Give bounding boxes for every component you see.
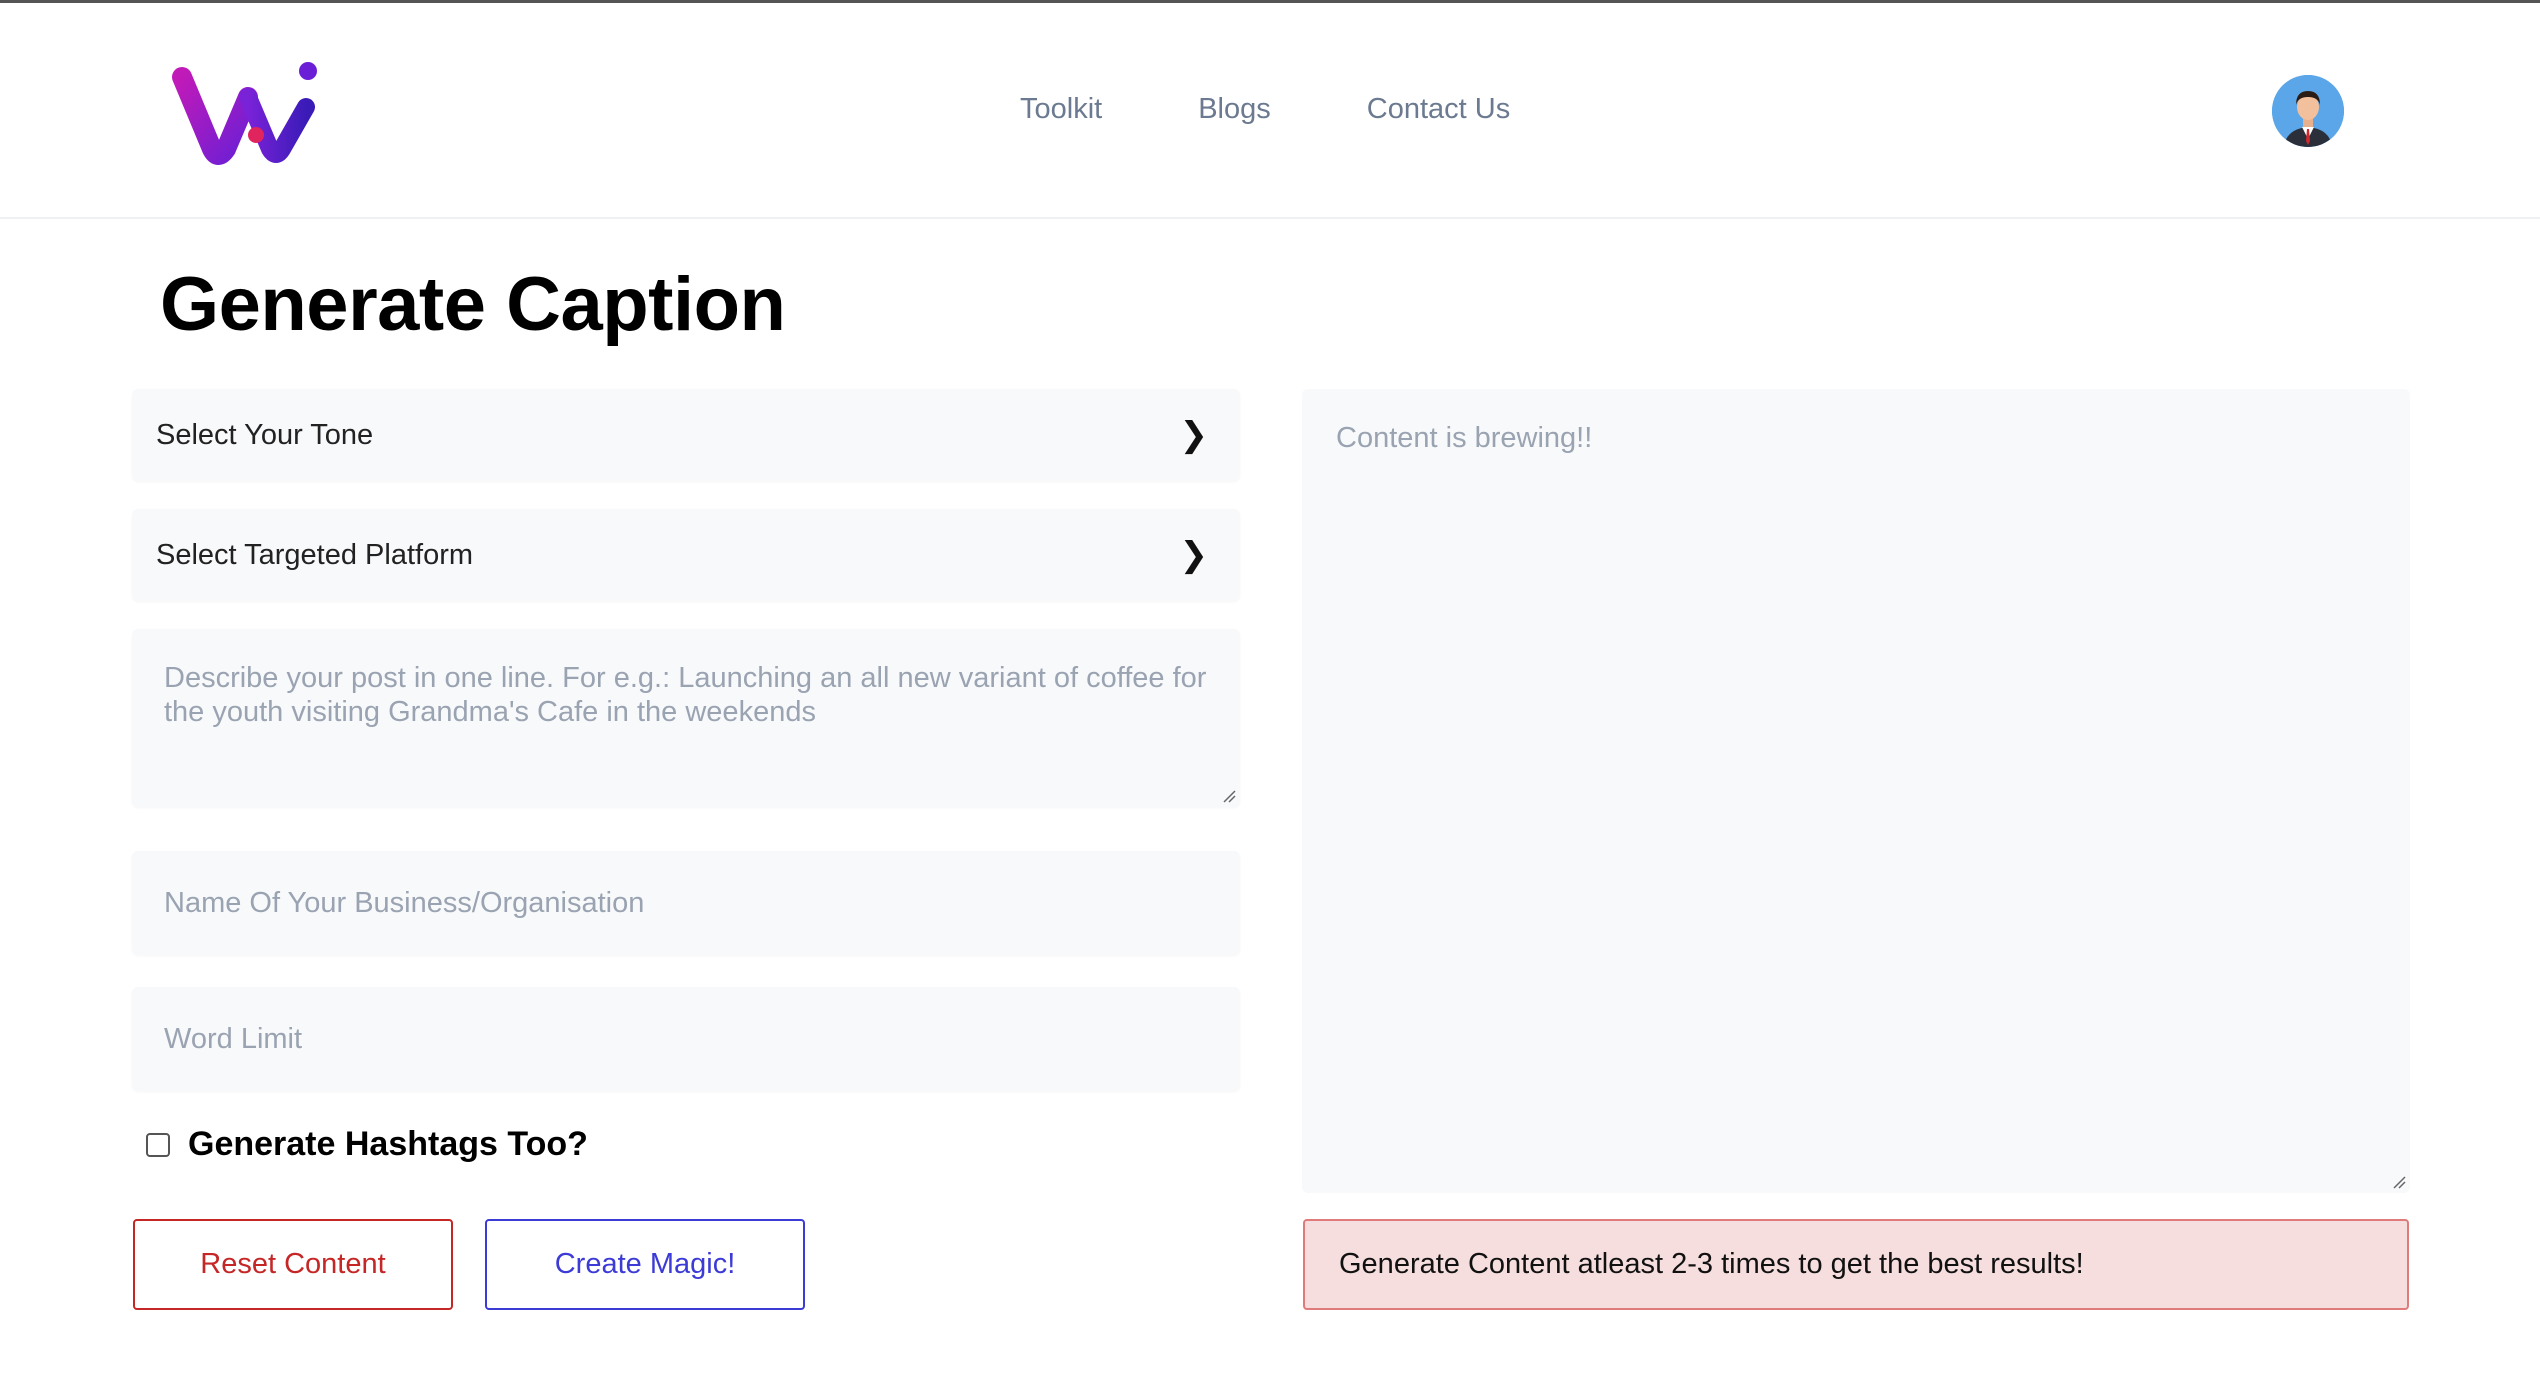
nav-link-contact-us[interactable]: Contact Us: [1367, 93, 1510, 126]
reset-content-button[interactable]: Reset Content: [133, 1219, 453, 1310]
chevron-right-icon: ❯: [1179, 416, 1209, 454]
hashtags-option: Generate Hashtags Too?: [146, 1125, 588, 1164]
nav-link-blogs[interactable]: Blogs: [1198, 93, 1271, 126]
hashtags-checkbox[interactable]: [146, 1132, 170, 1157]
logo[interactable]: [170, 57, 320, 169]
description-placeholder: Describe your post in one line. For e.g.…: [164, 662, 1207, 728]
business-name-placeholder: Name Of Your Business/Organisation: [164, 887, 645, 919]
output-placeholder: Content is brewing!!: [1336, 422, 1593, 454]
output-textarea[interactable]: Content is brewing!!: [1302, 389, 2410, 1193]
word-limit-placeholder: Word Limit: [164, 1023, 303, 1055]
word-limit-input[interactable]: Word Limit: [132, 987, 1240, 1091]
main-nav: Toolkit Blogs Contact Us: [1020, 93, 1606, 126]
page-title: Generate Caption: [160, 262, 786, 347]
tone-select-label: Select Your Tone: [156, 418, 374, 451]
tone-select[interactable]: Select Your Tone ❯: [132, 389, 1240, 481]
platform-select-label: Select Targeted Platform: [156, 538, 474, 571]
business-name-input[interactable]: Name Of Your Business/Organisation: [132, 851, 1240, 955]
avatar[interactable]: [2272, 75, 2344, 147]
platform-select[interactable]: Select Targeted Platform ❯: [132, 509, 1240, 601]
chevron-right-icon: ❯: [1179, 536, 1209, 574]
resize-handle-icon[interactable]: [1222, 789, 1236, 803]
resize-handle-icon[interactable]: [2392, 1175, 2406, 1189]
create-magic-button[interactable]: Create Magic!: [485, 1219, 805, 1310]
description-textarea[interactable]: Describe your post in one line. For e.g.…: [132, 629, 1240, 807]
tip-alert-text: Generate Content atleast 2-3 times to ge…: [1339, 1248, 2084, 1280]
nav-link-toolkit[interactable]: Toolkit: [1020, 93, 1102, 126]
hashtags-label[interactable]: Generate Hashtags Too?: [188, 1125, 588, 1164]
tip-alert: Generate Content atleast 2-3 times to ge…: [1303, 1219, 2409, 1310]
site-header: Toolkit Blogs Contact Us: [0, 3, 2540, 219]
